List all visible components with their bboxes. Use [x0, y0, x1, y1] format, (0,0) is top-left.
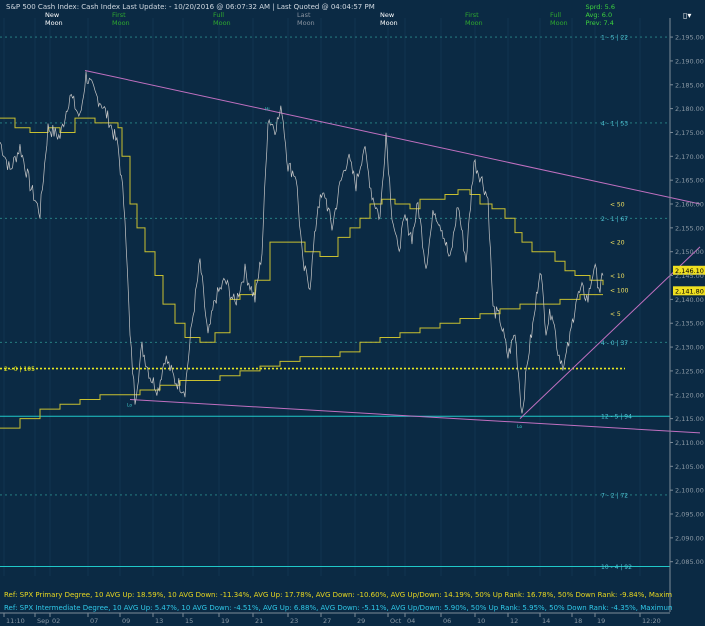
moon-phase-word: Moon [297, 19, 315, 27]
y-tick-label: 2,125.00 [675, 367, 704, 375]
moon-phase: New Moon [380, 11, 398, 27]
x-tick-label: Sep [37, 617, 49, 625]
previous-value: Prev: 7.4 [585, 19, 614, 27]
moon-phase-name: First [465, 11, 479, 19]
y-tick-label: 2,130.00 [675, 344, 704, 352]
moon-phase-word: Moon [112, 19, 130, 27]
x-tick-label: 29 [357, 617, 365, 625]
y-tick-label: 2,180.00 [675, 105, 704, 113]
moon-phase-word: Moon [380, 19, 398, 27]
level-label: 12 - 5 | 94 [601, 414, 632, 421]
y-tick-label: 2,190.00 [675, 57, 704, 65]
moon-phase: Last Moon [297, 11, 315, 27]
x-tick-label: 12:20 [642, 617, 661, 625]
x-tick-label: 15 [185, 617, 193, 625]
pivot-marker: Hi [265, 107, 270, 113]
moon-phase-word: Moon [550, 19, 568, 27]
ma-label: < 100 [610, 287, 629, 294]
x-tick-label: 14 [542, 617, 550, 625]
y-tick-label: 2,140.00 [675, 296, 704, 304]
y-tick-label: 2,185.00 [675, 81, 704, 89]
ma-label: < 20 [610, 240, 625, 247]
moon-phase: New Moon [45, 11, 63, 27]
pivot-marker: Lo [517, 424, 522, 430]
moon-phase-name: Last [297, 11, 311, 19]
ma-label: < 50 [610, 202, 625, 209]
y-tick-label: 2,115.00 [675, 415, 704, 423]
x-tick-label: 18 [574, 617, 582, 625]
y-tick-label: 2,110.00 [675, 439, 704, 447]
x-tick-label: Oct [390, 617, 402, 625]
level-label: 4 - 0 | 37 [601, 340, 628, 347]
y-tick-label: 2,160.00 [675, 201, 704, 209]
y-tick-label: 2,135.00 [675, 320, 704, 328]
moon-phase-name: First [112, 11, 126, 19]
x-tick-label: 04 [407, 617, 415, 625]
y-tick-label: 2,175.00 [675, 129, 704, 137]
level-label: 1 - 5 | 22 [601, 35, 628, 42]
y-tick-label: 2,195.00 [675, 34, 704, 42]
y-tick-label: 2,100.00 [675, 487, 704, 495]
pivot-marker: Lo [127, 402, 132, 408]
y-tick-label: 2,165.00 [675, 177, 704, 185]
y-tick-label: 2,085.00 [675, 558, 704, 566]
menu-icon[interactable]: ▯▾ [683, 11, 691, 20]
y-tick-label: 2,120.00 [675, 391, 704, 399]
price-tag-label: 2,141.80 [675, 287, 704, 295]
moon-phase-name: Full [550, 11, 562, 19]
x-tick-label: 10 [477, 617, 485, 625]
chart-title: S&P 500 Cash Index: Cash Index Last Upda… [6, 3, 375, 11]
chart-background [0, 0, 705, 626]
x-tick-label: 02 [52, 617, 60, 625]
x-tick-label: 19 [221, 617, 229, 625]
x-tick-label: 21 [255, 617, 263, 625]
footer-intermediate-degree: Ref: SPX Intermediate Degree, 10 AVG Up:… [4, 604, 672, 612]
y-tick-label: 2,105.00 [675, 463, 704, 471]
moon-phase-name: Full [213, 11, 225, 19]
moon-phase-word: Moon [45, 19, 63, 27]
x-tick-label: 27 [323, 617, 331, 625]
price-chart: 1 - 5 | 22 4 - 1 | 53 2 - 1 | 67 4 - 0 | 37… [0, 0, 705, 626]
x-tick-label: 23 [290, 617, 298, 625]
y-tick-label: 2,145.00 [675, 272, 704, 280]
x-tick-label: 11:10 [6, 617, 25, 625]
moon-phase: First Moon [112, 11, 130, 27]
x-tick-label: 13 [155, 617, 163, 625]
level-label: 10 - 4 | 92 [601, 564, 632, 571]
footer-primary-degree: Ref: SPX Primary Degree, 10 AVG Up: 18.5… [4, 591, 672, 599]
ma-label: < 5 [610, 311, 621, 318]
moon-phase-word: Moon [465, 19, 483, 27]
x-tick-label: 19 [597, 617, 605, 625]
moon-phase-name: New [380, 11, 395, 19]
level-label: 7 - 2 | 72 [601, 492, 628, 499]
moon-phase-word: Moon [213, 19, 231, 27]
moon-phase: Full Moon [550, 11, 568, 27]
spread-value: Sprd: 5.6 [585, 3, 615, 11]
y-tick-label: 2,090.00 [675, 534, 704, 542]
level-label: 2 - 1 | 67 [601, 216, 628, 223]
y-tick-label: 2,170.00 [675, 153, 704, 161]
x-tick-label: 09 [122, 617, 130, 625]
average-value: Avg: 6.0 [585, 11, 613, 19]
moon-phase: First Moon [465, 11, 483, 27]
spread-stats: Sprd: 5.6 Avg: 6.0 Prev: 7.4 [585, 3, 615, 27]
x-tick-label: 12 [510, 617, 518, 625]
level-label: 4 - 1 | 53 [601, 120, 628, 127]
y-tick-label: 2,095.00 [675, 511, 704, 519]
dotted-level-label: 2 - 0 | 105 [4, 366, 35, 373]
moon-phase: Full Moon [213, 11, 231, 27]
x-tick-label: 07 [90, 617, 98, 625]
moon-phase-name: New [45, 11, 60, 19]
ma-label: < 10 [610, 273, 625, 280]
y-tick-label: 2,155.00 [675, 224, 704, 232]
y-tick-label: 2,150.00 [675, 248, 704, 256]
x-tick-label: 06 [443, 617, 451, 625]
